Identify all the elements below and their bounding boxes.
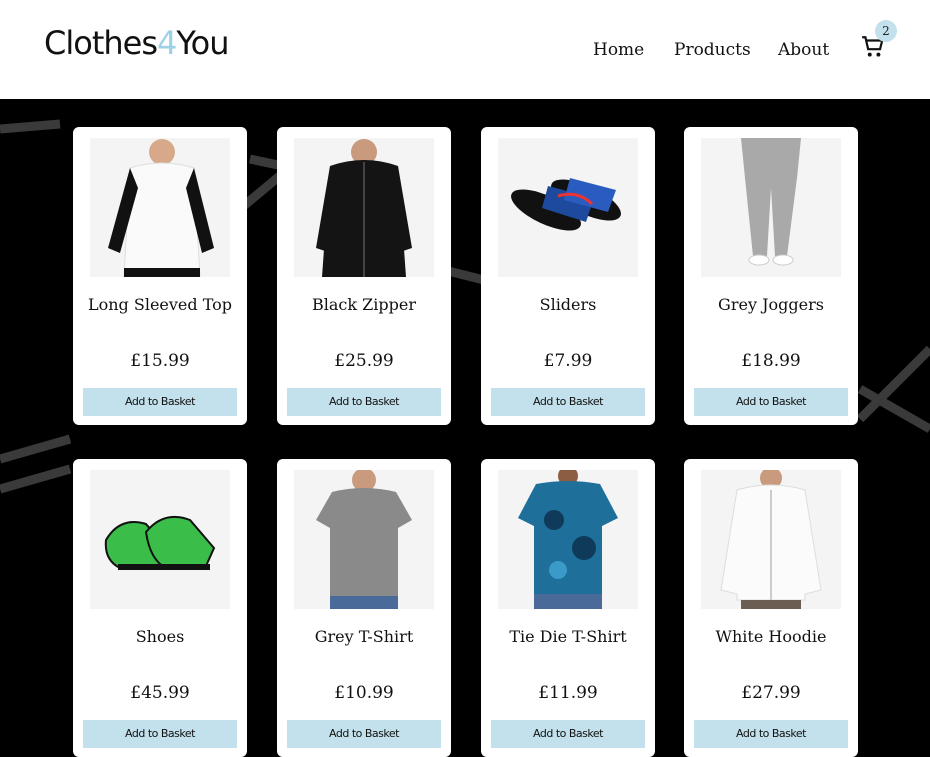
sliders-image[interactable] — [498, 138, 638, 277]
product-card: Long Sleeved Top £15.99 Add to Basket — [73, 127, 247, 425]
site-header: Clothes4You Home Products About 2 — [0, 0, 930, 99]
white-hoodie-image[interactable] — [701, 470, 841, 609]
brand-logo-four: 4 — [157, 24, 177, 62]
brand-logo-text: Clothes — [44, 24, 158, 62]
product-name: Sliders — [539, 295, 597, 314]
product-card: Black Zipper £25.99 Add to Basket — [277, 127, 451, 425]
tie-die-tshirt-image[interactable] — [498, 470, 638, 609]
product-price: £15.99 — [130, 351, 190, 371]
add-to-basket-button[interactable]: Add to Basket — [491, 388, 645, 416]
brand-logo[interactable]: Clothes4You — [44, 24, 230, 62]
product-name: Long Sleeved Top — [87, 295, 233, 314]
product-card: Shoes £45.99 Add to Basket — [73, 459, 247, 757]
brand-logo-text-end: You — [176, 24, 229, 62]
product-price: £25.99 — [334, 351, 394, 371]
product-price: £7.99 — [543, 351, 593, 371]
long-sleeved-top-image[interactable] — [90, 138, 230, 277]
product-price: £10.99 — [334, 683, 394, 703]
product-price: £18.99 — [741, 351, 801, 371]
add-to-basket-button[interactable]: Add to Basket — [694, 388, 848, 416]
product-card: Grey Joggers £18.99 Add to Basket — [684, 127, 858, 425]
grey-tshirt-image[interactable] — [294, 470, 434, 609]
product-price: £27.99 — [741, 683, 801, 703]
product-card: White Hoodie £27.99 Add to Basket — [684, 459, 858, 757]
black-zipper-image[interactable] — [294, 138, 434, 277]
product-name: Grey T-Shirt — [314, 627, 414, 646]
cart-count-badge: 2 — [875, 20, 897, 42]
grey-joggers-image[interactable] — [701, 138, 841, 277]
product-card: Sliders £7.99 Add to Basket — [481, 127, 655, 425]
product-name: Grey Joggers — [718, 295, 824, 314]
add-to-basket-button[interactable]: Add to Basket — [83, 388, 237, 416]
nav-home[interactable]: Home — [593, 40, 644, 60]
add-to-basket-button[interactable]: Add to Basket — [287, 388, 441, 416]
product-name: White Hoodie — [715, 627, 827, 646]
product-name: Black Zipper — [312, 295, 416, 314]
product-name: Shoes — [135, 627, 185, 646]
nav-about[interactable]: About — [778, 40, 829, 60]
product-card: Tie Die T-Shirt £11.99 Add to Basket — [481, 459, 655, 757]
nav-products[interactable]: Products — [674, 40, 751, 60]
product-price: £11.99 — [538, 683, 598, 703]
product-name: Tie Die T-Shirt — [509, 627, 627, 646]
shoes-image[interactable] — [90, 470, 230, 609]
product-price: £45.99 — [130, 683, 190, 703]
product-card: Grey T-Shirt £10.99 Add to Basket — [277, 459, 451, 757]
